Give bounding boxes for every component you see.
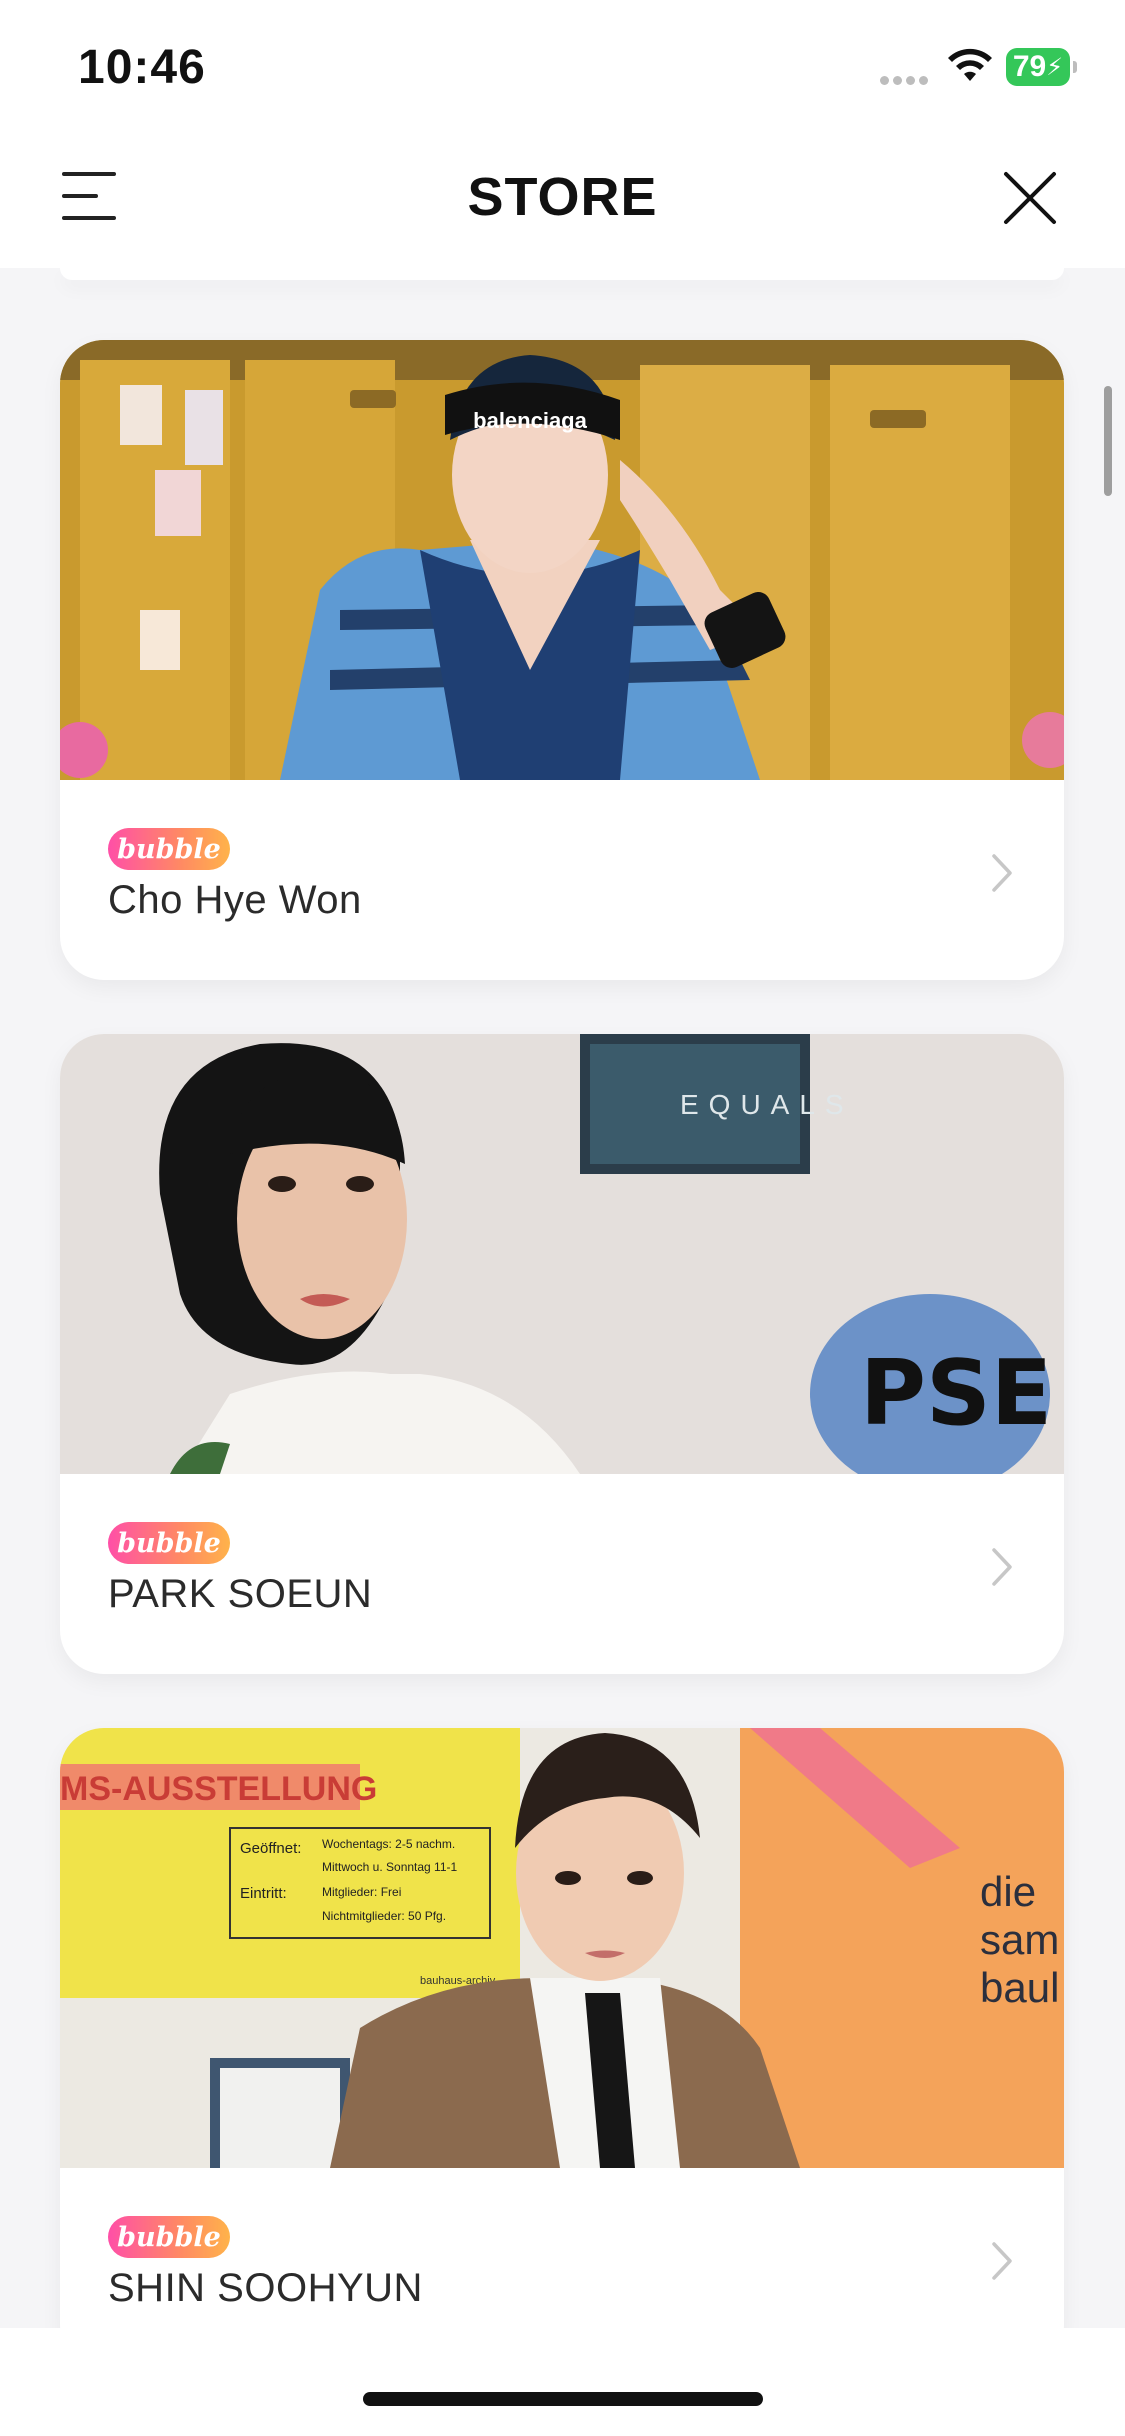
nav-header: STORE xyxy=(0,130,1125,268)
artist-card[interactable]: MS-AUSSTELLUNG Geöffnet: Wochentags: 2-5… xyxy=(60,1728,1064,2328)
wifi-icon xyxy=(948,48,992,81)
chevron-right-icon xyxy=(992,854,1012,892)
bubble-badge: bubble xyxy=(108,2216,230,2258)
bottom-safe-area xyxy=(0,2328,1125,2436)
artist-name: SHIN SOOHYUN xyxy=(108,2266,423,2310)
poster-row-label: Eintritt: xyxy=(240,1885,287,1902)
chevron-right-icon xyxy=(992,1548,1012,1586)
home-indicator[interactable] xyxy=(363,2392,763,2406)
poster-word: die xyxy=(980,1868,1036,1915)
svg-text:balenciaga: balenciaga xyxy=(473,408,587,433)
close-icon[interactable] xyxy=(1000,168,1060,228)
status-time: 10:46 xyxy=(78,41,206,94)
poster-row-value: Wochentags: 2-5 nachm. xyxy=(322,1837,455,1851)
cellular-signal-icon xyxy=(880,72,932,85)
store-list[interactable]: balenciaga bubble Cho Hye Won EQUALS PSE xyxy=(0,268,1125,2328)
artist-card[interactable]: EQUALS PSE bubble PARK SOEUN xyxy=(60,1034,1064,1674)
poster-text: EQUALS xyxy=(680,1089,854,1120)
artist-photo: MS-AUSSTELLUNG Geöffnet: Wochentags: 2-5… xyxy=(60,1728,1064,2168)
poster-word: baul xyxy=(980,1964,1059,2011)
chevron-right-icon xyxy=(992,2242,1012,2280)
battery-indicator: 79 ⚡ xyxy=(1006,48,1077,86)
artist-name: PARK SOEUN xyxy=(108,1572,373,1616)
poster-row-value: Mittwoch u. Sonntag 11-1 xyxy=(322,1860,458,1874)
battery-level: 79 xyxy=(1012,50,1047,83)
poster-row-label: Geöffnet: xyxy=(240,1840,301,1857)
scrollbar[interactable] xyxy=(1104,386,1112,496)
svg-text:PSE: PSE xyxy=(860,1341,1052,1446)
bubble-badge: bubble xyxy=(108,828,230,870)
previous-card-edge xyxy=(60,268,1064,280)
status-bar: 10:46 79 ⚡ xyxy=(0,0,1125,130)
artist-name: Cho Hye Won xyxy=(108,878,362,922)
poster-headline: MS-AUSSTELLUNG xyxy=(60,1770,377,1808)
poster-row-value: Nichtmitglieder: 50 Pfg. xyxy=(322,1909,446,1923)
bubble-badge: bubble xyxy=(108,1522,230,1564)
artist-card[interactable]: balenciaga bubble Cho Hye Won xyxy=(60,340,1064,980)
artist-photo: balenciaga xyxy=(60,340,1064,780)
page-title: STORE xyxy=(467,167,658,227)
artist-photo: EQUALS PSE xyxy=(60,1034,1064,1474)
poster-word: sam xyxy=(980,1916,1059,1963)
poster-row-value: Mitglieder: Frei xyxy=(322,1885,401,1899)
